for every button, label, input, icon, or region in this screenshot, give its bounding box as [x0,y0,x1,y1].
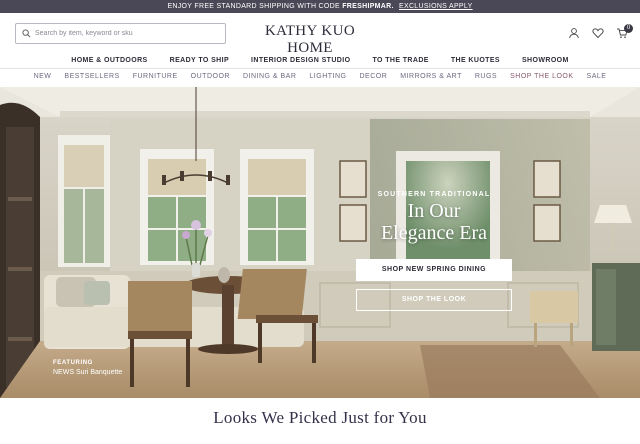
hero-eyebrow: SOUTHERN TRADITIONAL [377,191,491,198]
search-icon [22,29,31,38]
subnav-sale[interactable]: SALE [587,70,607,84]
site-header: KATHY KUO HOME 0 [0,13,640,56]
shop-the-look-button[interactable]: SHOP THE LOOK [356,289,512,311]
section-heading: Looks We Picked Just for You [213,408,427,427]
site-logo[interactable]: KATHY KUO HOME [240,23,380,57]
featured-product-name[interactable]: NEWS Suri Banquette [53,369,122,376]
promo-text: ENJOY FREE STANDARD SHIPPING WITH CODE [167,3,340,10]
account-button[interactable] [568,26,580,39]
nav-divider [0,68,640,69]
subnav-decor[interactable]: DECOR [359,70,387,84]
hero-headline-line2: Elegance Era [380,222,488,244]
featuring-label: FEATURING [53,360,93,366]
subnav-shop-the-look[interactable]: SHOP THE LOOK [510,70,573,84]
hero-banner[interactable]: SOUTHERN TRADITIONAL In Our Elegance Era… [0,87,640,398]
main-navigation: HOME & OUTDOORS READY TO SHIP INTERIOR D… [0,53,640,68]
subnav-rugs[interactable]: RUGS [475,70,497,84]
header-actions: 0 [568,24,633,39]
subnav-mirrors-art[interactable]: MIRRORS & ART [400,70,462,84]
nav-showroom[interactable]: SHOWROOM [522,53,569,68]
subnav-bestsellers[interactable]: BESTSELLERS [64,70,119,84]
nav-ready-to-ship[interactable]: READY TO SHIP [170,53,229,68]
search-input[interactable] [35,30,215,37]
user-icon [569,28,579,39]
shop-spring-dining-button[interactable]: SHOP NEW SPRING DINING [356,259,512,281]
wishlist-button[interactable] [592,26,604,39]
subnav-lighting[interactable]: LIGHTING [309,70,346,84]
nav-interior-design-studio[interactable]: INTERIOR DESIGN STUDIO [251,53,350,68]
nav-home-outdoors[interactable]: HOME & OUTDOORS [71,53,147,68]
promo-banner: ENJOY FREE STANDARD SHIPPING WITH CODE F… [0,0,640,13]
category-navigation: NEW BESTSELLERS FURNITURE OUTDOOR DINING… [0,70,640,84]
subnav-new[interactable]: NEW [34,70,52,84]
hero-headline-line1: In Our [407,200,461,222]
hero-copy: SOUTHERN TRADITIONAL In Our Elegance Era [356,190,512,244]
nav-to-the-trade[interactable]: TO THE TRADE [372,53,428,68]
featuring-caption[interactable]: FEATURING NEWS Suri Banquette [53,360,122,376]
nav-the-kuotes[interactable]: THE KUOTES [451,53,500,68]
subnav-outdoor[interactable]: OUTDOOR [191,70,230,84]
subnav-dining-bar[interactable]: DINING & BAR [243,70,296,84]
exclusions-link[interactable]: EXCLUSIONS APPLY [399,3,473,10]
search-box[interactable] [15,23,226,44]
promo-code: FRESHIPMAR. [342,3,394,10]
hero-room-image [0,87,640,398]
heart-icon [592,28,604,39]
subnav-furniture[interactable]: FURNITURE [133,70,178,84]
cart-button[interactable]: 0 [616,24,633,38]
cart-count-badge: 0 [624,24,633,33]
